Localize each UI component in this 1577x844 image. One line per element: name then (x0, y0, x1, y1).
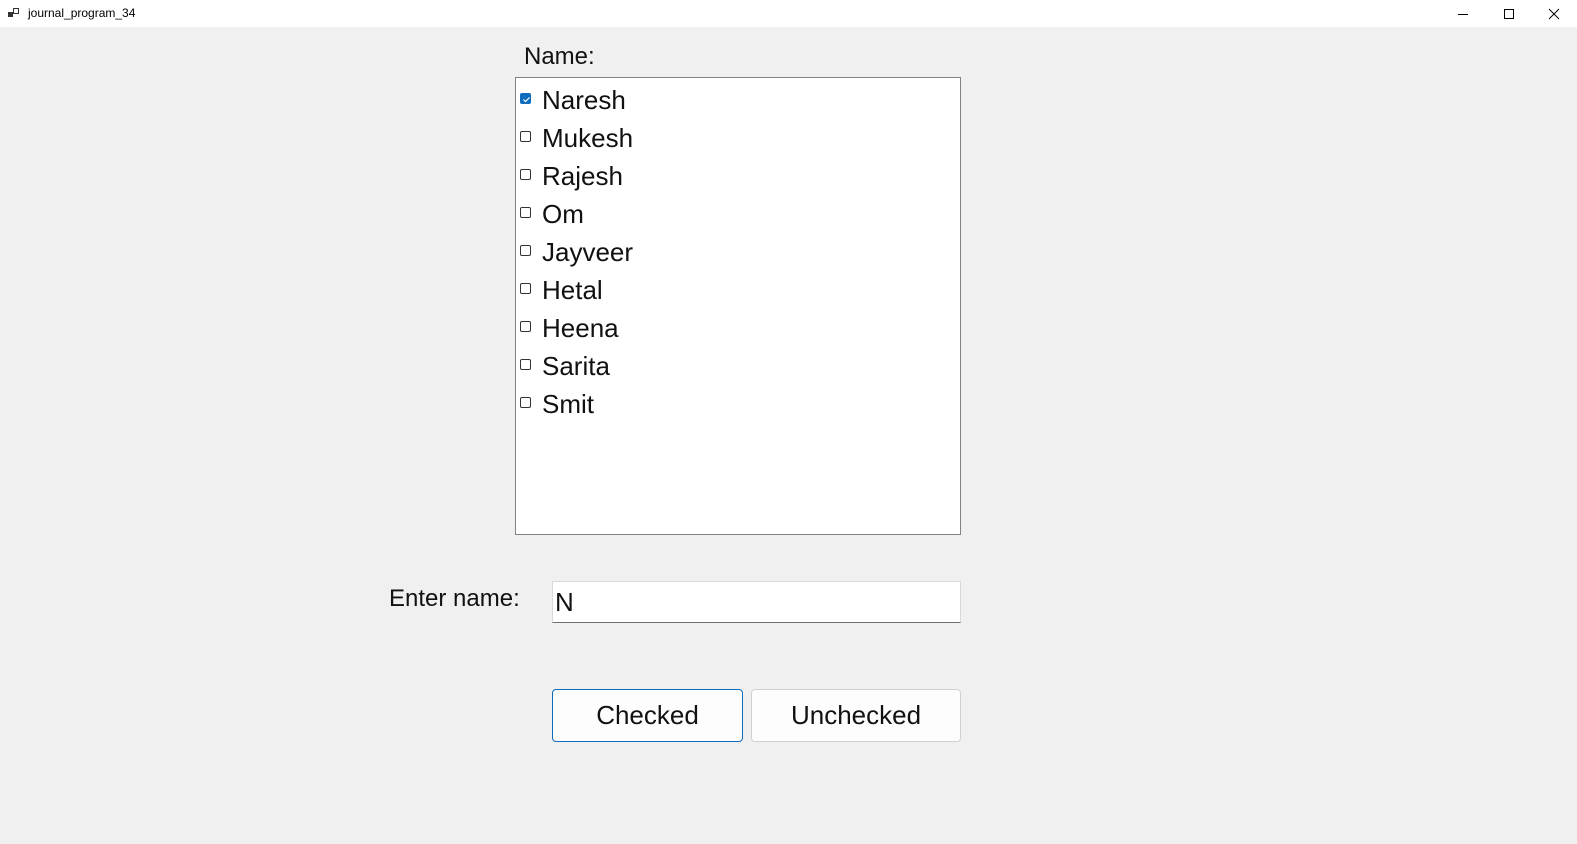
list-item-label: Smit (542, 389, 594, 419)
list-item-label: Sarita (542, 351, 610, 381)
checkbox-sarita[interactable] (520, 359, 531, 370)
close-icon (1548, 8, 1560, 19)
list-item-hetal[interactable]: Hetal (518, 271, 948, 309)
list-item-label: Om (542, 199, 584, 229)
checkbox-naresh[interactable] (520, 93, 531, 104)
minimize-button[interactable] (1440, 0, 1486, 27)
list-item-smit[interactable]: Smit (518, 385, 948, 423)
checked-button[interactable]: Checked (552, 689, 743, 742)
title-bar[interactable]: journal_program_34 (0, 0, 1577, 27)
list-item-label: Naresh (542, 85, 626, 115)
unchecked-button[interactable]: Unchecked (751, 689, 961, 742)
checkbox-hetal[interactable] (520, 283, 531, 294)
list-item-label: Rajesh (542, 161, 623, 191)
enter-name-label: Enter name: (389, 585, 520, 612)
app-icon (8, 6, 20, 18)
checkbox-om[interactable] (520, 207, 531, 218)
app-window: journal_program_34 Name: Naresh Mukesh R… (0, 0, 1577, 844)
list-item-jayveer[interactable]: Jayveer (518, 233, 948, 271)
list-item-naresh[interactable]: Naresh (518, 81, 948, 119)
list-item-label: Heena (542, 313, 619, 343)
checkbox-rajesh[interactable] (520, 169, 531, 180)
list-item-sarita[interactable]: Sarita (518, 347, 948, 385)
checkbox-heena[interactable] (520, 321, 531, 332)
checkbox-jayveer[interactable] (520, 245, 531, 256)
checked-listbox[interactable]: Naresh Mukesh Rajesh Om Jayveer Hetal He… (515, 77, 961, 535)
list-item-label: Jayveer (542, 237, 634, 267)
list-item-label: Hetal (542, 275, 603, 305)
close-button[interactable] (1531, 0, 1577, 27)
maximize-button[interactable] (1486, 0, 1532, 27)
checkbox-mukesh[interactable] (520, 131, 531, 142)
list-item-label: Mukesh (542, 123, 634, 153)
maximize-icon (1504, 8, 1514, 19)
checkmark-icon (523, 97, 530, 103)
name-input[interactable] (552, 581, 961, 623)
checkbox-smit[interactable] (520, 397, 531, 408)
list-item-rajesh[interactable]: Rajesh (518, 157, 948, 195)
window-title: journal_program_34 (28, 6, 136, 20)
list-item-heena[interactable]: Heena (518, 309, 948, 347)
minimize-icon (1458, 13, 1468, 15)
list-item-mukesh[interactable]: Mukesh (518, 119, 948, 157)
name-label: Name: (524, 43, 595, 70)
list-item-om[interactable]: Om (518, 195, 948, 233)
